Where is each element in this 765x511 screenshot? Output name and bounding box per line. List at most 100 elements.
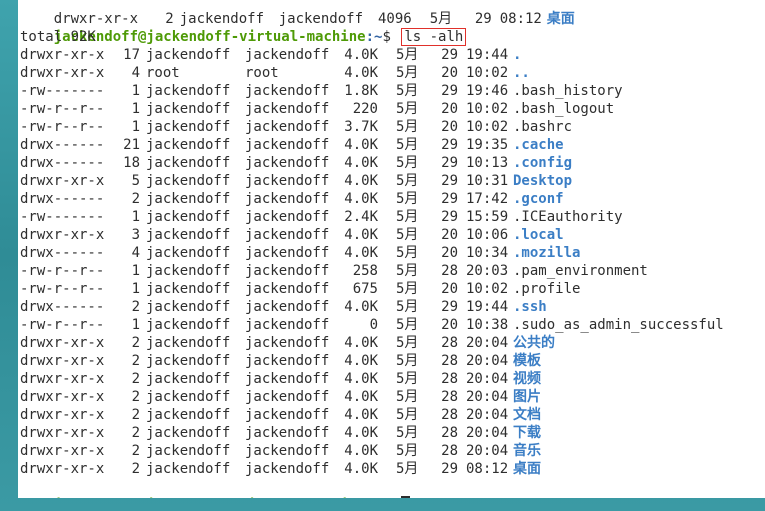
file-name: .local [513, 227, 564, 243]
time: 19:44 [466, 299, 509, 315]
file-name: .bashrc [513, 119, 573, 135]
permissions: drwx------ [20, 299, 105, 315]
file-name: Desktop [513, 173, 573, 189]
month: 5月 [396, 443, 419, 459]
file-name: .mozilla [513, 245, 581, 261]
time: 10:02 [466, 65, 509, 81]
time: 10:02 [466, 281, 509, 297]
file-name: 桌面 [546, 11, 575, 27]
time: 20:04 [466, 443, 509, 459]
day: 29 [441, 209, 458, 225]
file-name: 模板 [513, 353, 541, 369]
owner: jackendoff [146, 317, 231, 333]
day: 28 [441, 443, 458, 459]
file-name: .bash_logout [513, 101, 615, 117]
group: jackendoff [245, 299, 330, 315]
link-count: 3 [131, 227, 140, 243]
month: 5月 [396, 191, 419, 207]
group: jackendoff [245, 191, 330, 207]
total-line: total 92K [20, 29, 96, 45]
time: 10:34 [466, 245, 509, 261]
time: 08:12 [466, 461, 509, 477]
owner: jackendoff [146, 425, 231, 441]
month: 5月 [396, 425, 419, 441]
link-count: 2 [131, 191, 140, 207]
listing-row: -rw-r--r-- 1 jackendoff jackendoff 258 5月 28 20… [20, 262, 648, 280]
day: 29 [441, 155, 458, 171]
text-cursor[interactable] [401, 496, 411, 498]
owner: jackendoff [146, 335, 231, 351]
time: 20:04 [466, 353, 509, 369]
file-name: 公共的 [513, 335, 555, 351]
file-size: 0 [369, 317, 378, 333]
file-size: 4.0K [344, 407, 378, 423]
terminal-window[interactable]: drwxr-xr-x 2 jackendoff jackendoff 4096 5月 29 0… [18, 0, 765, 498]
listing-row: drwx------ 2 jackendoff jackendoff 4.0K 5月 29 1… [20, 190, 564, 208]
owner: jackendoff [146, 173, 231, 189]
permissions: -rw-r--r-- [20, 263, 105, 279]
group: jackendoff [245, 317, 330, 333]
listing-row: -rw-r--r-- 1 jackendoff jackendoff 675 5月 20 10… [20, 280, 580, 298]
group: jackendoff [245, 83, 330, 99]
listing-row: drwx------ 4 jackendoff jackendoff 4.0K 5月 20 1… [20, 244, 580, 262]
permissions: drwxr-xr-x [20, 461, 105, 477]
file-size: 4.0K [344, 173, 378, 189]
file-name: . [513, 47, 522, 63]
permissions: -rw-r--r-- [20, 281, 105, 297]
owner: jackendoff [146, 155, 231, 171]
link-count: 4 [131, 245, 140, 261]
file-size: 4.0K [344, 425, 378, 441]
permissions: drwxr-xr-x [20, 371, 105, 387]
group: jackendoff [245, 47, 330, 63]
listing-row: -rw-r--r-- 1 jackendoff jackendoff 0 5月 20 10:3… [20, 316, 724, 334]
group: jackendoff [245, 137, 330, 153]
owner: jackendoff [146, 389, 231, 405]
owner: jackendoff [146, 137, 231, 153]
prompt-path: :~ [366, 497, 383, 498]
file-size: 675 [352, 281, 378, 297]
owner: jackendoff [146, 101, 231, 117]
link-count: 18 [123, 155, 140, 171]
day: 28 [441, 371, 458, 387]
file-name: .sudo_as_admin_successful [513, 317, 724, 333]
prompt-symbol: $ [382, 29, 400, 45]
day: 28 [441, 407, 458, 423]
permissions: drwxr-xr-x [20, 389, 105, 405]
time: 17:42 [466, 191, 509, 207]
owner: jackendoff [146, 47, 231, 63]
link-count: 2 [131, 425, 140, 441]
link-count: 1 [131, 83, 140, 99]
prompt-user-host: jackendoff@jackendoff-virtual-machine [53, 29, 366, 45]
group: jackendoff [245, 335, 330, 351]
file-name: 图片 [513, 389, 541, 405]
owner: jackendoff [146, 281, 231, 297]
file-name: 下载 [513, 425, 541, 441]
time: 15:59 [466, 209, 509, 225]
day: 20 [441, 119, 458, 135]
file-name: .gconf [513, 191, 564, 207]
day: 20 [441, 281, 458, 297]
month: 5月 [396, 137, 419, 153]
listing-row: -rw-r--r-- 1 jackendoff jackendoff 220 5月 20 10… [20, 100, 614, 118]
link-count: 1 [131, 101, 140, 117]
group: jackendoff [245, 371, 330, 387]
permissions: drwxr-xr-x [20, 335, 105, 351]
group: jackendoff [245, 353, 330, 369]
listing-row: drwxr-xr-x 5 jackendoff jackendoff 4.0K 5月 29 1… [20, 172, 572, 190]
owner: jackendoff [146, 461, 231, 477]
listing-row: drwxr-xr-x 3 jackendoff jackendoff 4.0K 5月 20 1… [20, 226, 564, 244]
listing-row: -rw------- 1 jackendoff jackendoff 2.4K 5月 29 1… [20, 208, 623, 226]
file-size: 4.0K [344, 47, 378, 63]
time: 10:06 [466, 227, 509, 243]
day: 29 [441, 461, 458, 477]
listing-row: drwxr-xr-x 2 jackendoff jackendoff 4.0K 5月 29 0… [20, 460, 541, 478]
file-name: .profile [513, 281, 581, 297]
prompt-line-active[interactable]: jackendoff@jackendoff-virtual-machine:~$ [20, 478, 411, 498]
prompt-user-host: jackendoff@jackendoff-virtual-machine [54, 497, 366, 498]
month: 5月 [396, 119, 419, 135]
link-count: 5 [131, 173, 140, 189]
time: 19:46 [466, 83, 509, 99]
file-name: .. [513, 65, 530, 81]
listing-row: drwxr-xr-x 17 jackendoff jackendoff 4.0K 5月 29… [20, 46, 521, 64]
time: 10:02 [466, 101, 509, 117]
